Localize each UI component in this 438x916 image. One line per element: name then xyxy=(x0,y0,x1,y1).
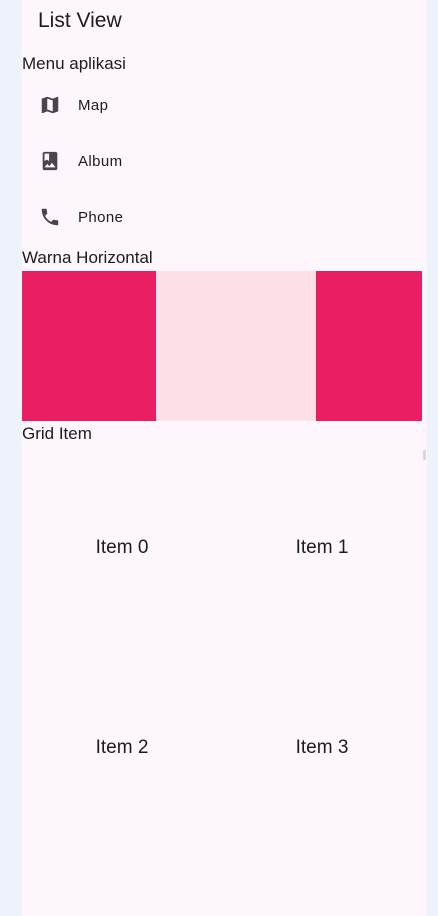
color-swatch xyxy=(316,271,422,421)
color-swatch xyxy=(156,271,316,421)
phone-icon xyxy=(38,205,62,229)
grid-item[interactable]: Item 3 xyxy=(222,648,422,848)
menu-item-label: Map xyxy=(78,96,109,114)
page-background: List View Menu aplikasi Map Album Phone … xyxy=(22,0,427,916)
grid-view[interactable]: Item 0 Item 1 Item 2 Item 3 xyxy=(22,448,427,916)
horizontal-section-heading: Warna Horizontal xyxy=(22,248,153,267)
menu-item-label: Phone xyxy=(78,208,124,226)
grid-item[interactable]: Item 0 xyxy=(22,448,222,648)
menu-item-phone[interactable]: Phone xyxy=(22,189,427,245)
color-swatch xyxy=(22,271,156,421)
horizontal-color-list[interactable] xyxy=(22,271,422,421)
menu-item-album[interactable]: Album xyxy=(22,133,427,189)
menu-item-map[interactable]: Map xyxy=(22,77,427,133)
grid-item[interactable]: Item 2 xyxy=(22,648,222,848)
grid-section-heading: Grid Item xyxy=(22,424,92,443)
album-icon xyxy=(38,149,62,173)
app-title: List View xyxy=(38,9,122,32)
menu-item-label: Album xyxy=(78,152,123,170)
menu-section-heading: Menu aplikasi xyxy=(22,54,126,73)
map-icon xyxy=(38,93,62,117)
grid-item[interactable]: Item 1 xyxy=(222,448,422,648)
scrollbar[interactable] xyxy=(423,450,426,460)
